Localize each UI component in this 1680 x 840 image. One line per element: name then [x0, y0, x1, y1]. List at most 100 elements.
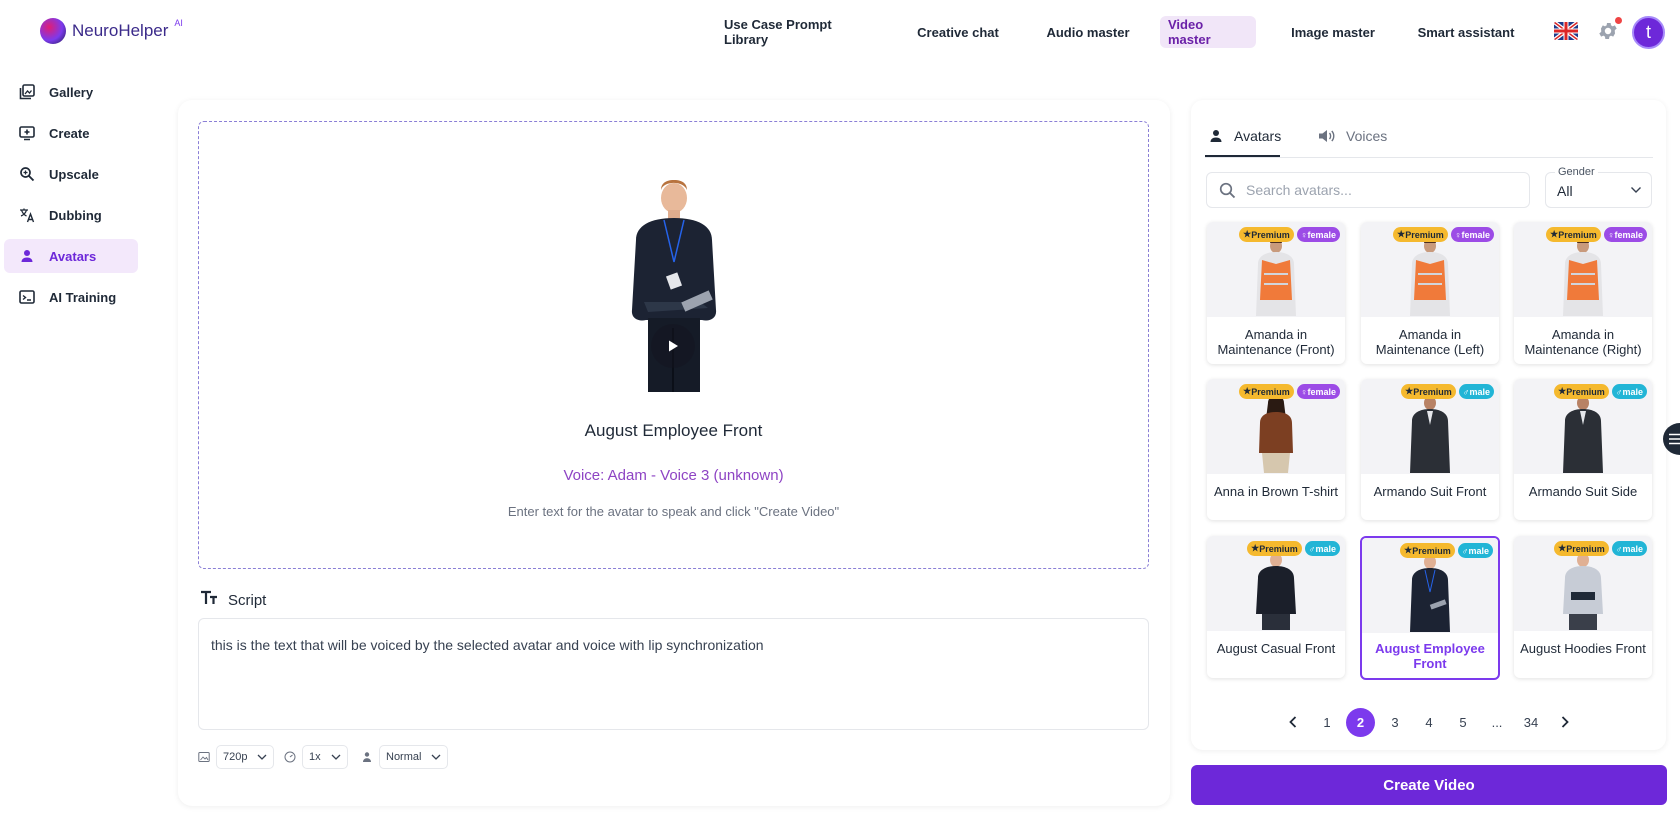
speed-select[interactable]: 1x — [302, 745, 348, 769]
sidebar-item-ai-training[interactable]: AI Training — [4, 280, 138, 314]
premium-label: Premium — [1566, 543, 1605, 554]
avatar-name: Amanda in Maintenance (Left) — [1375, 327, 1485, 357]
preview-voice-label[interactable]: Voice: Adam - Voice 3 (unknown) — [198, 467, 1149, 484]
premium-badge: ★ Premium — [1546, 227, 1601, 242]
premium-label: Premium — [1566, 386, 1605, 397]
terminal-icon — [19, 289, 35, 305]
nav-creative-chat[interactable]: Creative chat — [905, 16, 1011, 48]
speed-icon — [284, 751, 296, 763]
script-textarea[interactable]: this is the text that will be voiced by … — [198, 618, 1149, 730]
brand-name-b: Helper — [118, 21, 169, 40]
pagination-page[interactable]: 1 — [1312, 708, 1342, 736]
avatar-card[interactable]: ★ Premium ♀ female Anna in Brown T-shirt — [1207, 379, 1345, 520]
pagination-page[interactable]: 5 — [1448, 708, 1478, 736]
avatar-badges: ★ Premium ♂ male — [1554, 384, 1647, 399]
speed-option: 1x — [284, 745, 348, 769]
tab-label: Avatars — [1234, 128, 1282, 144]
avatar-card-selected[interactable]: ★ Premium ♂ male August Employee Front — [1360, 536, 1500, 680]
avatar-card[interactable]: ★ Premium ♀ female Amanda in Maintenance … — [1207, 222, 1345, 364]
create-video-button[interactable]: Create Video — [1191, 765, 1667, 805]
brand-name-a: Neuro — [72, 21, 119, 40]
sidebar-item-upscale[interactable]: Upscale — [4, 157, 138, 191]
resolution-option: 720p — [198, 745, 275, 769]
chevron-left-icon — [1289, 716, 1297, 728]
avatar-name: Amanda in Maintenance (Right) — [1524, 327, 1642, 357]
sidebar-item-avatars[interactable]: Avatars — [4, 239, 138, 273]
premium-label: Premium — [1259, 543, 1298, 554]
pagination-page-current[interactable]: 2 — [1346, 708, 1375, 737]
pagination-prev[interactable] — [1278, 708, 1308, 736]
person-icon — [363, 752, 371, 762]
gender-badge: ♂ male — [1611, 384, 1647, 399]
avatar-name: Amanda in Maintenance (Front) — [1217, 327, 1335, 357]
resolution-select[interactable]: 720p — [216, 745, 275, 769]
preview-avatar-name: August Employee Front — [584, 421, 763, 440]
pagination-page[interactable]: 34 — [1516, 708, 1546, 736]
play-icon — [669, 340, 678, 352]
gender-badge-label: male — [1468, 545, 1489, 556]
avatar-card[interactable]: ★ Premium ♂ male Armando Suit Front — [1361, 379, 1499, 520]
mode-value: Normal — [386, 751, 422, 763]
gender-value: All — [1557, 183, 1573, 199]
sidebar-item-label: AI Training — [49, 289, 117, 305]
sidebar-item-label: Avatars — [49, 248, 97, 264]
preview-hint-text: Enter text for the avatar to speak and c… — [507, 504, 840, 519]
uk-flag-icon[interactable] — [1554, 22, 1578, 40]
active-tab-indicator — [1205, 155, 1280, 157]
avatar-badges: ★ Premium ♀ female — [1393, 227, 1494, 242]
avatar-badges: ★ Premium ♀ female — [1546, 227, 1647, 242]
premium-label: Premium — [1251, 229, 1290, 240]
gender-badge-label: female — [1461, 229, 1490, 240]
resolution-value: 720p — [223, 751, 248, 763]
search-input[interactable] — [1246, 182, 1506, 198]
gender-badge-label: male — [1469, 386, 1490, 397]
premium-label: Premium — [1251, 386, 1290, 397]
premium-badge: ★ Premium — [1393, 227, 1448, 242]
premium-badge: ★ Premium — [1247, 541, 1302, 556]
avatar-card[interactable]: ★ Premium ♀ female Amanda in Maintenance … — [1514, 222, 1652, 364]
sidebar-item-create[interactable]: Create — [4, 116, 138, 150]
premium-label: Premium — [1413, 386, 1452, 397]
chevron-down-icon — [1631, 187, 1641, 193]
avatar-card[interactable]: ★ Premium ♂ male August Hoodies Front — [1514, 536, 1652, 678]
gender-badge: ♂ male — [1304, 541, 1340, 556]
script-heading: Script — [200, 590, 266, 610]
nav-image-master[interactable]: Image master — [1282, 16, 1384, 48]
nav-use-case-prompt-library[interactable]: Use Case Prompt Library — [716, 16, 880, 48]
pagination-page[interactable]: 4 — [1414, 708, 1444, 736]
gender-badge: ♀ female — [1603, 227, 1647, 242]
brand-logo[interactable]: NeuroHelper AI — [40, 18, 183, 44]
avatar-card[interactable]: ★ Premium ♀ female Amanda in Maintenance … — [1361, 222, 1499, 364]
tab-voices[interactable]: Voices — [1318, 124, 1387, 148]
pagination-page[interactable]: 3 — [1380, 708, 1410, 736]
text-format-icon — [200, 590, 218, 610]
sidebar-item-gallery[interactable]: Gallery — [4, 75, 138, 109]
gender-badge-label: male — [1315, 543, 1336, 554]
avatar-name: August Employee Front — [1375, 641, 1485, 671]
user-avatar[interactable]: t — [1632, 16, 1665, 49]
premium-badge: ★ Premium — [1401, 384, 1456, 399]
gender-badge: ♂ male — [1458, 384, 1494, 399]
avatar-card[interactable]: ★ Premium ♂ male August Casual Front — [1207, 536, 1345, 678]
sidebar-item-dubbing[interactable]: Dubbing — [4, 198, 138, 232]
chevron-down-icon — [431, 754, 441, 760]
notification-dot — [1615, 17, 1622, 24]
gender-badge: ♀ female — [1296, 384, 1340, 399]
brand-name: NeuroHelper — [72, 21, 168, 41]
person-icon — [19, 248, 35, 264]
sidebar-item-label: Gallery — [49, 84, 94, 100]
avatar-card[interactable]: ★ Premium ♂ male Armando Suit Side — [1514, 379, 1652, 520]
pagination-next[interactable] — [1550, 708, 1580, 736]
avatar-badges: ★ Premium ♀ female — [1239, 384, 1340, 399]
speaker-icon — [1319, 130, 1335, 142]
tab-avatars[interactable]: Avatars — [1208, 124, 1281, 148]
nav-smart-assistant[interactable]: Smart assistant — [1408, 16, 1524, 48]
speed-value: 1x — [309, 751, 321, 763]
nav-audio-master[interactable]: Audio master — [1035, 16, 1141, 48]
sidebar-item-label: Dubbing — [49, 207, 102, 223]
play-button[interactable] — [651, 324, 695, 368]
tab-label: Voices — [1346, 128, 1388, 144]
gender-badge-label: female — [1614, 229, 1643, 240]
mode-select[interactable]: Normal — [379, 745, 449, 769]
nav-video-master[interactable]: Video master — [1160, 16, 1256, 48]
